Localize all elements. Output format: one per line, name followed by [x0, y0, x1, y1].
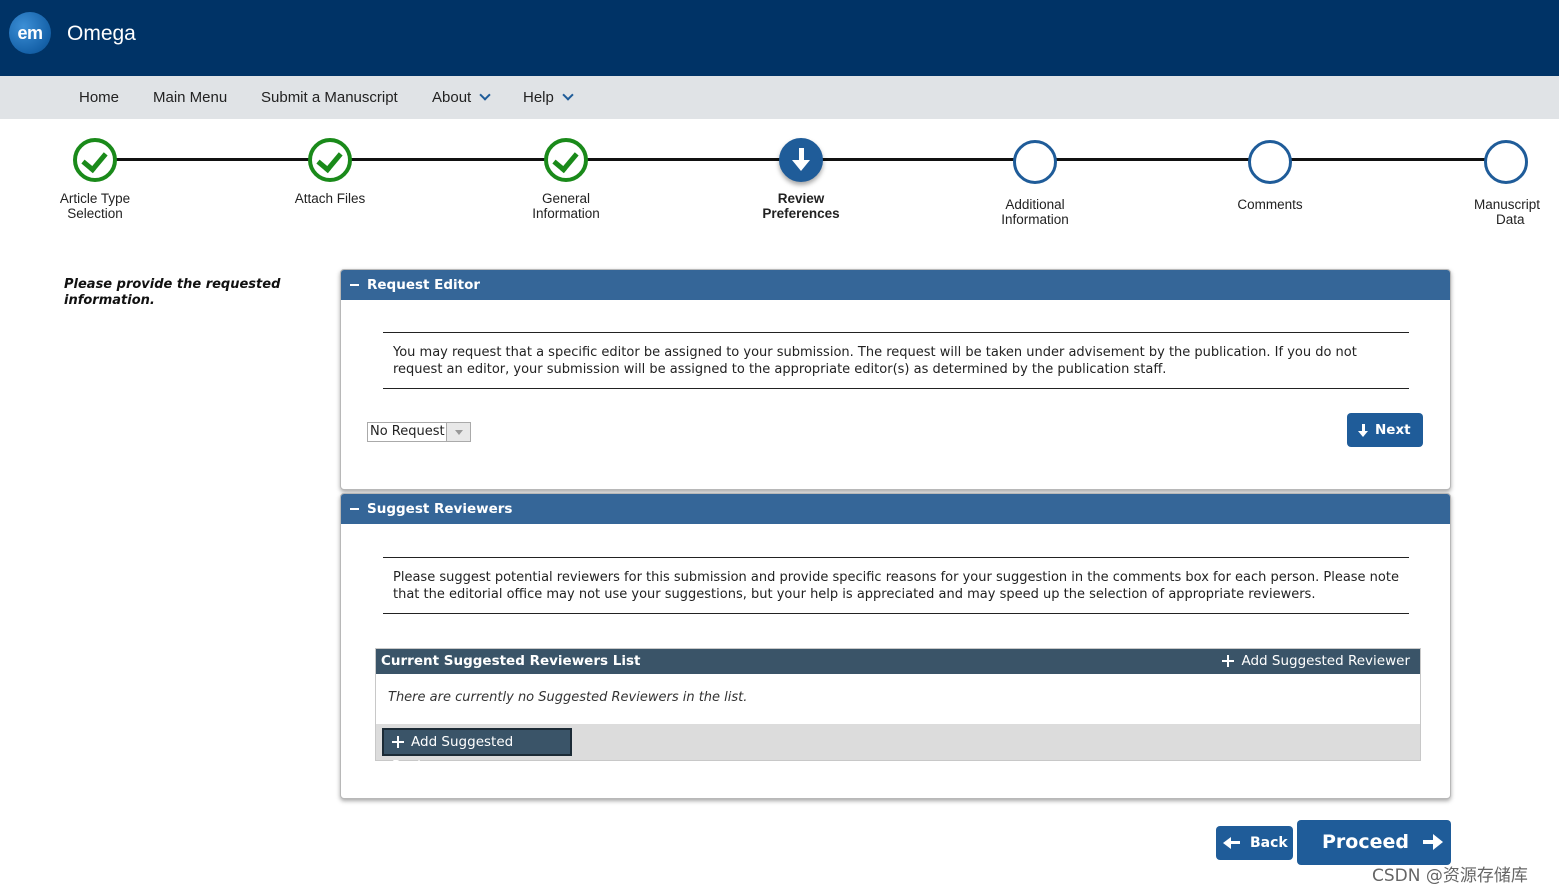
add-link-label: Add Suggested Reviewer [1241, 653, 1410, 669]
step-label: Additional Information [1001, 197, 1069, 227]
chevron-down-icon [479, 89, 491, 101]
arrow-down-icon [779, 138, 823, 182]
step-manuscript-data[interactable]: Manuscript Data [1416, 140, 1559, 227]
empty-circle-icon [1484, 140, 1528, 184]
watermark: CSDN @资源存储库 [1372, 866, 1528, 886]
table-header: Current Suggested Reviewers List Add Sug… [376, 649, 1420, 674]
nav-help[interactable]: Help [523, 89, 574, 106]
next-button[interactable]: Next [1347, 413, 1423, 447]
table-footer: Add Suggested Reviewer [376, 724, 1420, 774]
step-label: Review Preferences [762, 191, 840, 221]
nav-home[interactable]: Home [79, 89, 119, 106]
empty-list-message: There are currently no Suggested Reviewe… [388, 690, 748, 705]
check-icon [308, 138, 352, 182]
step-article-type[interactable]: Article Type Selection [25, 138, 165, 221]
instruction-text: Please provide the requested information… [64, 277, 281, 308]
request-editor-description: You may request that a specific editor b… [383, 332, 1409, 389]
dropdown-arrow-icon [446, 423, 470, 441]
plus-icon [392, 736, 404, 748]
check-icon [73, 138, 117, 182]
next-button-label: Next [1375, 422, 1411, 438]
collapse-icon [350, 284, 359, 286]
step-review-preferences[interactable]: Review Preferences [731, 138, 871, 221]
nav-about-label: About [432, 89, 472, 106]
request-editor-header[interactable]: Request Editor [341, 270, 1450, 300]
step-label: Comments [1237, 197, 1303, 212]
back-button-label: Back [1250, 835, 1288, 851]
panel-title: Request Editor [367, 277, 481, 293]
step-attach-files[interactable]: Attach Files [260, 138, 400, 206]
step-additional-information[interactable]: Additional Information [965, 140, 1105, 227]
add-button-label: Add Suggested Reviewer [392, 734, 514, 774]
check-icon [544, 138, 588, 182]
nav-about[interactable]: About [432, 89, 491, 106]
step-label: Manuscript Data [1474, 197, 1541, 227]
request-editor-panel: Request Editor You may request that a sp… [340, 269, 1451, 490]
em-logo[interactable]: em [9, 12, 51, 54]
panel-title: Suggest Reviewers [367, 501, 513, 517]
empty-circle-icon [1013, 140, 1057, 184]
suggest-reviewers-description: Please suggest potential reviewers for t… [383, 557, 1409, 614]
plus-icon [1222, 655, 1235, 667]
proceed-button[interactable]: Proceed [1297, 820, 1451, 865]
step-label: General Information [532, 191, 600, 221]
app-title: Omega [67, 22, 136, 45]
step-label: Article Type Selection [59, 191, 131, 221]
nav-help-label: Help [523, 89, 554, 106]
collapse-icon [350, 508, 359, 510]
top-header: em Omega [0, 0, 1559, 76]
suggest-reviewers-panel: Suggest Reviewers Please suggest potenti… [340, 493, 1451, 799]
back-button[interactable]: Back [1216, 826, 1293, 860]
empty-circle-icon [1248, 140, 1292, 184]
add-suggested-reviewer-link[interactable]: Add Suggested Reviewer [1222, 649, 1410, 674]
suggested-reviewers-table: Current Suggested Reviewers List Add Sug… [375, 648, 1421, 774]
table-title: Current Suggested Reviewers List [381, 653, 641, 669]
add-suggested-reviewer-button[interactable]: Add Suggested Reviewer [382, 728, 572, 774]
step-label: Attach Files [294, 191, 366, 206]
nav-main-menu[interactable]: Main Menu [153, 89, 227, 106]
editor-select[interactable]: No Request [367, 422, 471, 442]
main-nav: Home Main Menu Submit a Manuscript About… [0, 76, 1559, 119]
nav-submit-manuscript[interactable]: Submit a Manuscript [261, 89, 398, 106]
step-comments[interactable]: Comments [1200, 140, 1340, 212]
suggest-reviewers-header[interactable]: Suggest Reviewers [341, 494, 1450, 524]
proceed-button-label: Proceed [1322, 831, 1409, 853]
chevron-down-icon [562, 89, 574, 101]
step-general-information[interactable]: General Information [496, 138, 636, 221]
editor-select-value: No Request [370, 424, 445, 439]
